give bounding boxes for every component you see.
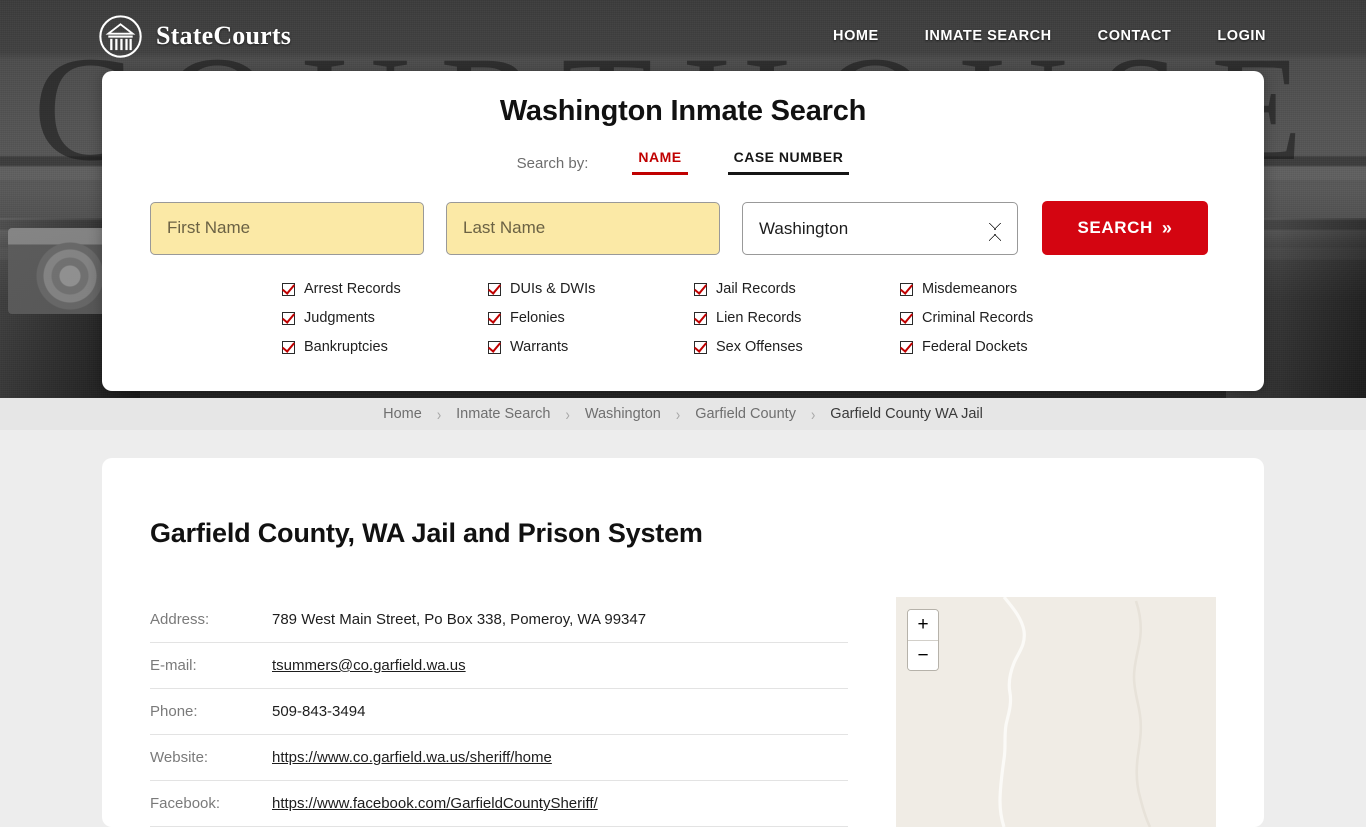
jail-detail-card: Garfield County, WA Jail and Prison Syst…: [102, 458, 1264, 827]
last-name-input[interactable]: [446, 202, 720, 255]
table-row: Facebook: https://www.facebook.com/Garfi…: [150, 780, 848, 826]
double-chevron-right-icon: »: [1162, 219, 1173, 237]
first-name-input[interactable]: [150, 202, 424, 255]
checkbox-label: Sex Offenses: [716, 339, 803, 355]
checkbox-warrants[interactable]: Warrants: [488, 335, 694, 359]
breadcrumb-item-inmate-search[interactable]: Inmate Search: [456, 406, 550, 422]
breadcrumb: Home › Inmate Search › Washington › Garf…: [0, 398, 1366, 430]
checkbox-checked-icon[interactable]: [694, 341, 707, 354]
checkbox-label: Misdemeanors: [922, 281, 1017, 297]
table-row: E-mail: tsummers@co.garfield.wa.us: [150, 642, 848, 688]
hero-header: COURTHOUSE StateCourts HOME INMAT: [0, 0, 1366, 398]
checkbox-criminal-records[interactable]: Criminal Records: [900, 306, 1106, 330]
map-zoom-controls: + −: [907, 609, 939, 671]
search-button[interactable]: SEARCH »: [1042, 201, 1208, 255]
detail-value-email: tsummers@co.garfield.wa.us: [272, 642, 848, 688]
email-link[interactable]: tsummers@co.garfield.wa.us: [272, 657, 466, 674]
checkbox-label: Felonies: [510, 310, 565, 326]
top-navigation-bar: StateCourts HOME INMATE SEARCH CONTACT L…: [0, 0, 1366, 72]
search-panel-title: Washington Inmate Search: [102, 95, 1264, 128]
checkbox-jail-records[interactable]: Jail Records: [694, 277, 900, 301]
facility-details-table: Address: 789 West Main Street, Po Box 33…: [150, 597, 848, 827]
checkbox-checked-icon[interactable]: [900, 312, 913, 325]
checkbox-checked-icon[interactable]: [282, 312, 295, 325]
search-by-label: Search by:: [517, 155, 589, 175]
checkbox-checked-icon[interactable]: [694, 283, 707, 296]
nav-item-inmate-search[interactable]: INMATE SEARCH: [925, 20, 1052, 52]
detail-label: Phone:: [150, 688, 272, 734]
checkbox-felonies[interactable]: Felonies: [488, 306, 694, 330]
detail-label: E-mail:: [150, 642, 272, 688]
detail-value-phone: 509-843-3494: [272, 688, 848, 734]
breadcrumb-separator-icon: ›: [437, 405, 441, 424]
website-link[interactable]: https://www.co.garfield.wa.us/sheriff/ho…: [272, 749, 552, 766]
tab-search-by-name[interactable]: NAME: [632, 148, 687, 175]
detail-label: Website:: [150, 734, 272, 780]
content-area: Garfield County, WA Jail and Prison Syst…: [0, 430, 1366, 827]
table-row: Phone: 509-843-3494: [150, 688, 848, 734]
checkbox-label: Lien Records: [716, 310, 801, 326]
checkbox-label: Arrest Records: [304, 281, 401, 297]
facebook-link[interactable]: https://www.facebook.com/GarfieldCountyS…: [272, 795, 598, 812]
checkbox-label: Bankruptcies: [304, 339, 388, 355]
breadcrumb-item-current: Garfield County WA Jail: [830, 406, 983, 422]
checkbox-label: Warrants: [510, 339, 568, 355]
table-row: Website: https://www.co.garfield.wa.us/s…: [150, 734, 848, 780]
checkbox-label: DUIs & DWIs: [510, 281, 595, 297]
checkbox-checked-icon[interactable]: [694, 312, 707, 325]
checkbox-label: Federal Dockets: [922, 339, 1028, 355]
checkbox-label: Criminal Records: [922, 310, 1033, 326]
state-select[interactable]: Washington: [742, 202, 1018, 255]
nav-item-home[interactable]: HOME: [833, 20, 879, 52]
search-by-row: Search by: NAME CASE NUMBER: [102, 148, 1264, 175]
checkbox-label: Jail Records: [716, 281, 796, 297]
checkbox-judgments[interactable]: Judgments: [282, 306, 488, 330]
inmate-search-panel: Washington Inmate Search Search by: NAME…: [102, 71, 1264, 391]
detail-label: Facebook:: [150, 780, 272, 826]
tab-search-by-case-number[interactable]: CASE NUMBER: [728, 148, 850, 175]
checkbox-lien-records[interactable]: Lien Records: [694, 306, 900, 330]
detail-value-website: https://www.co.garfield.wa.us/sheriff/ho…: [272, 734, 848, 780]
breadcrumb-separator-icon: ›: [811, 405, 815, 424]
map-zoom-in-button[interactable]: +: [908, 610, 938, 640]
page-title: Garfield County, WA Jail and Prison Syst…: [150, 518, 1216, 549]
record-type-checkbox-grid: Arrest Records DUIs & DWIs Jail Records …: [102, 277, 1264, 359]
nav-item-login[interactable]: LOGIN: [1217, 20, 1266, 52]
search-button-label: SEARCH: [1077, 218, 1152, 238]
table-row: Address: 789 West Main Street, Po Box 33…: [150, 597, 848, 642]
courthouse-circle-icon: [98, 14, 143, 59]
checkbox-checked-icon[interactable]: [282, 341, 295, 354]
checkbox-federal-dockets[interactable]: Federal Dockets: [900, 335, 1106, 359]
checkbox-label: Judgments: [304, 310, 375, 326]
detail-area: Address: 789 West Main Street, Po Box 33…: [150, 597, 1216, 827]
checkbox-checked-icon[interactable]: [900, 341, 913, 354]
checkbox-checked-icon[interactable]: [488, 341, 501, 354]
checkbox-checked-icon[interactable]: [282, 283, 295, 296]
checkbox-checked-icon[interactable]: [900, 283, 913, 296]
breadcrumb-item-home[interactable]: Home: [383, 406, 422, 422]
brand-logo-link[interactable]: StateCourts: [98, 14, 291, 59]
location-map[interactable]: + −: [896, 597, 1216, 827]
detail-label: Address:: [150, 597, 272, 642]
breadcrumb-separator-icon: ›: [565, 405, 569, 424]
checkbox-checked-icon[interactable]: [488, 312, 501, 325]
search-form-row: Washington SEARCH »: [102, 201, 1264, 255]
breadcrumb-item-washington[interactable]: Washington: [585, 406, 661, 422]
checkbox-misdemeanors[interactable]: Misdemeanors: [900, 277, 1106, 301]
checkbox-bankruptcies[interactable]: Bankruptcies: [282, 335, 488, 359]
breadcrumb-item-garfield-county[interactable]: Garfield County: [695, 406, 796, 422]
checkbox-checked-icon[interactable]: [488, 283, 501, 296]
checkbox-duis-dwis[interactable]: DUIs & DWIs: [488, 277, 694, 301]
main-nav-links: HOME INMATE SEARCH CONTACT LOGIN: [833, 20, 1266, 52]
detail-value-facebook: https://www.facebook.com/GarfieldCountyS…: [272, 780, 848, 826]
detail-value-address: 789 West Main Street, Po Box 338, Pomero…: [272, 597, 848, 642]
breadcrumb-separator-icon: ›: [676, 405, 680, 424]
nav-item-contact[interactable]: CONTACT: [1098, 20, 1172, 52]
map-zoom-out-button[interactable]: −: [908, 640, 938, 670]
checkbox-arrest-records[interactable]: Arrest Records: [282, 277, 488, 301]
brand-name: StateCourts: [156, 21, 291, 51]
map-roads: [896, 597, 1216, 827]
checkbox-sex-offenses[interactable]: Sex Offenses: [694, 335, 900, 359]
